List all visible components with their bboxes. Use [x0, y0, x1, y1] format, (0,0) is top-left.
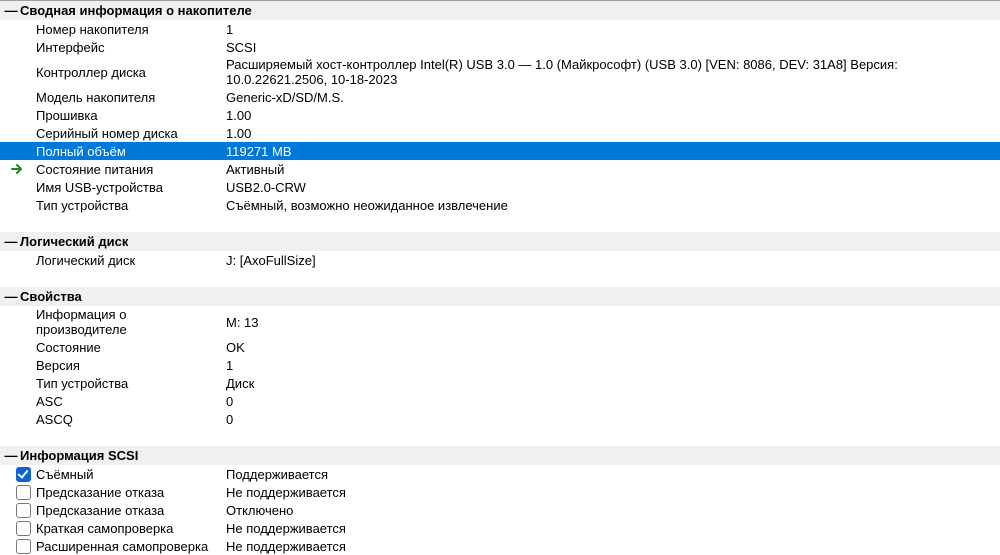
row-version[interactable]: Версия1 [0, 356, 1000, 374]
value-disk-controller: Расширяемый хост-контроллер Intel(R) USB… [226, 57, 1000, 87]
label-power-state: Состояние питания [36, 162, 226, 177]
row-fail-predict-1[interactable]: Предсказание отказаНе поддерживается [0, 483, 1000, 501]
value-removable: Поддерживается [226, 467, 1000, 482]
arrow-right-icon [11, 163, 25, 175]
label-device-type: Тип устройства [36, 198, 226, 213]
label-dev-type: Тип устройства [36, 376, 226, 391]
label-vendor-info: Информация о производителе [36, 307, 226, 337]
value-drive-number: 1 [226, 22, 1000, 37]
value-serial-number: 1.00 [226, 126, 1000, 141]
section-header-scsi[interactable]: — Информация SCSI [0, 446, 1000, 465]
row-device-type[interactable]: Тип устройстваСъёмный, возможно неожидан… [0, 196, 1000, 214]
value-usb-device-name: USB2.0-CRW [226, 180, 1000, 195]
minus-icon: — [4, 449, 18, 462]
section-header-summary[interactable]: — Сводная информация о накопителе [0, 1, 1000, 20]
value-interface: SCSI [226, 40, 1000, 55]
row-vendor-info[interactable]: Информация о производителеM: 13 [0, 306, 1000, 338]
row-serial-number[interactable]: Серийный номер диска1.00 [0, 124, 1000, 142]
label-drive-model: Модель накопителя [36, 90, 226, 105]
minus-icon: — [4, 235, 18, 248]
value-ext-selftest: Не поддерживается [226, 539, 1000, 554]
label-asc: ASC [36, 394, 226, 409]
checkbox-ext-selftest[interactable] [16, 539, 31, 554]
row-drive-model[interactable]: Модель накопителяGeneric-xD/SD/M.S. [0, 88, 1000, 106]
section-title: Свойства [20, 289, 82, 304]
label-state: Состояние [36, 340, 226, 355]
row-disk-controller[interactable]: Контроллер дискаРасширяемый хост-контрол… [0, 56, 1000, 88]
section-title: Информация SCSI [20, 448, 138, 463]
label-serial-number: Серийный номер диска [36, 126, 226, 141]
label-firmware: Прошивка [36, 108, 226, 123]
value-state: OK [226, 340, 1000, 355]
value-power-state: Активный [226, 162, 1000, 177]
row-logical-disk[interactable]: Логический дискJ: [AxoFullSize] [0, 251, 1000, 269]
label-ascq: ASCQ [36, 412, 226, 427]
section-title: Сводная информация о накопителе [20, 3, 252, 18]
row-state[interactable]: СостояниеOK [0, 338, 1000, 356]
section-header-logical[interactable]: — Логический диск [0, 232, 1000, 251]
checkbox-removable[interactable] [16, 467, 31, 482]
label-removable: Съёмный [36, 467, 226, 482]
row-firmware[interactable]: Прошивка1.00 [0, 106, 1000, 124]
label-drive-number: Номер накопителя [36, 22, 226, 37]
value-logical-disk: J: [AxoFullSize] [226, 253, 1000, 268]
row-dev-type[interactable]: Тип устройстваДиск [0, 374, 1000, 392]
value-version: 1 [226, 358, 1000, 373]
label-fail-predict-1: Предсказание отказа [36, 485, 226, 500]
row-usb-device-name[interactable]: Имя USB-устройстваUSB2.0-CRW [0, 178, 1000, 196]
label-usb-device-name: Имя USB-устройства [36, 180, 226, 195]
row-power-state[interactable]: Состояние питанияАктивный [0, 160, 1000, 178]
value-dev-type: Диск [226, 376, 1000, 391]
value-vendor-info: M: 13 [226, 315, 1000, 330]
label-version: Версия [36, 358, 226, 373]
value-ascq: 0 [226, 412, 1000, 427]
row-drive-number[interactable]: Номер накопителя1 [0, 20, 1000, 38]
row-short-selftest[interactable]: Краткая самопроверкаНе поддерживается [0, 519, 1000, 537]
checkbox-fail-predict-1[interactable] [16, 485, 31, 500]
minus-icon: — [4, 4, 18, 17]
value-device-type: Съёмный, возможно неожиданное извлечение [226, 198, 1000, 213]
properties-rows: Информация о производителеM: 13Состояние… [0, 306, 1000, 428]
value-fail-predict-2: Отключено [226, 503, 1000, 518]
label-logical-disk: Логический диск [36, 253, 226, 268]
row-full-size[interactable]: Полный объём119271 MB [0, 142, 1000, 160]
summary-rows: Номер накопителя1ИнтерфейсSCSIКонтроллер… [0, 20, 1000, 214]
scsi-rows: СъёмныйПоддерживаетсяПредсказание отказа… [0, 465, 1000, 555]
value-drive-model: Generic-xD/SD/M.S. [226, 90, 1000, 105]
row-asc[interactable]: ASC0 [0, 392, 1000, 410]
logical-rows: Логический дискJ: [AxoFullSize] [0, 251, 1000, 269]
row-removable[interactable]: СъёмныйПоддерживается [0, 465, 1000, 483]
row-interface[interactable]: ИнтерфейсSCSI [0, 38, 1000, 56]
minus-icon: — [4, 290, 18, 303]
row-ext-selftest[interactable]: Расширенная самопроверкаНе поддерживаетс… [0, 537, 1000, 555]
checkbox-fail-predict-2[interactable] [16, 503, 31, 518]
section-header-properties[interactable]: — Свойства [0, 287, 1000, 306]
label-full-size: Полный объём [36, 144, 226, 159]
row-ascq[interactable]: ASCQ0 [0, 410, 1000, 428]
value-firmware: 1.00 [226, 108, 1000, 123]
value-asc: 0 [226, 394, 1000, 409]
label-ext-selftest: Расширенная самопроверка [36, 539, 226, 554]
row-fail-predict-2[interactable]: Предсказание отказаОтключено [0, 501, 1000, 519]
label-fail-predict-2: Предсказание отказа [36, 503, 226, 518]
label-disk-controller: Контроллер диска [36, 65, 226, 80]
value-full-size: 119271 MB [226, 144, 1000, 159]
label-interface: Интерфейс [36, 40, 226, 55]
section-title: Логический диск [20, 234, 128, 249]
value-fail-predict-1: Не поддерживается [226, 485, 1000, 500]
